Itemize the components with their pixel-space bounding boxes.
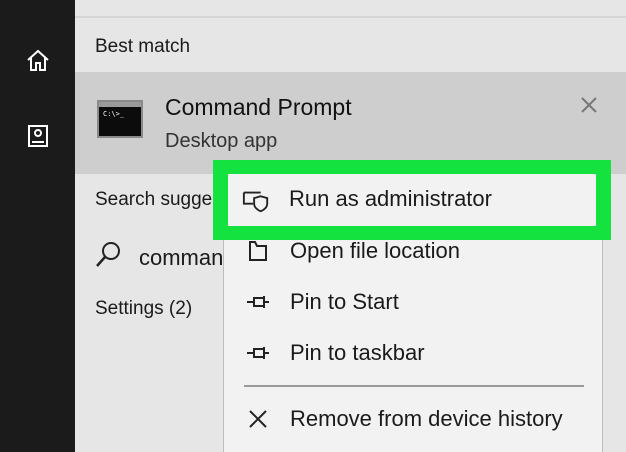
menu-item-label: Pin to taskbar [290, 340, 425, 365]
close-icon [244, 405, 272, 433]
search-suggestions-header: Search sugge [95, 189, 213, 210]
menu-item-label: Run as administrator [289, 186, 492, 211]
start-rail [0, 0, 75, 452]
highlight-frame: Run as administrator [213, 160, 611, 240]
menu-item-pin-to-taskbar[interactable]: Pin to taskbar [224, 329, 602, 377]
app-name: Command Prompt [165, 94, 352, 120]
command-prompt-icon: C:\>_ [97, 100, 143, 138]
menu-separator [244, 385, 584, 387]
menu-item-label: Open file location [290, 238, 460, 263]
app-type: Desktop app [165, 130, 278, 152]
command-prompt-icon-text: C:\>_ [103, 110, 125, 118]
menu-item-label: Remove from device history [290, 406, 563, 431]
best-match-header: Best match [95, 36, 191, 57]
menu-item-run-as-administrator[interactable]: Run as administrator [228, 174, 596, 226]
divider [75, 16, 626, 18]
search-suggestion-item[interactable]: comman [93, 240, 223, 275]
home-icon[interactable] [22, 44, 54, 76]
settings-header: Settings (2) [95, 298, 193, 319]
search-suggestion-text: comman [139, 244, 224, 270]
menu-item-pin-to-start[interactable]: Pin to Start [224, 278, 602, 326]
documents-icon[interactable] [22, 120, 54, 152]
start-search-screen: Best match C:\>_ Command Prompt Desktop … [0, 0, 626, 452]
shield-icon [242, 186, 270, 214]
best-match-item[interactable]: C:\>_ Command Prompt Desktop app [75, 72, 626, 174]
close-icon[interactable] [578, 94, 600, 116]
menu-item-remove-from-device-history[interactable]: Remove from device history [224, 395, 602, 443]
search-icon [93, 240, 123, 275]
menu-item-label: Pin to Start [290, 289, 399, 314]
folder-icon [244, 237, 272, 265]
pin-icon [244, 288, 272, 316]
pin-icon [244, 339, 272, 367]
